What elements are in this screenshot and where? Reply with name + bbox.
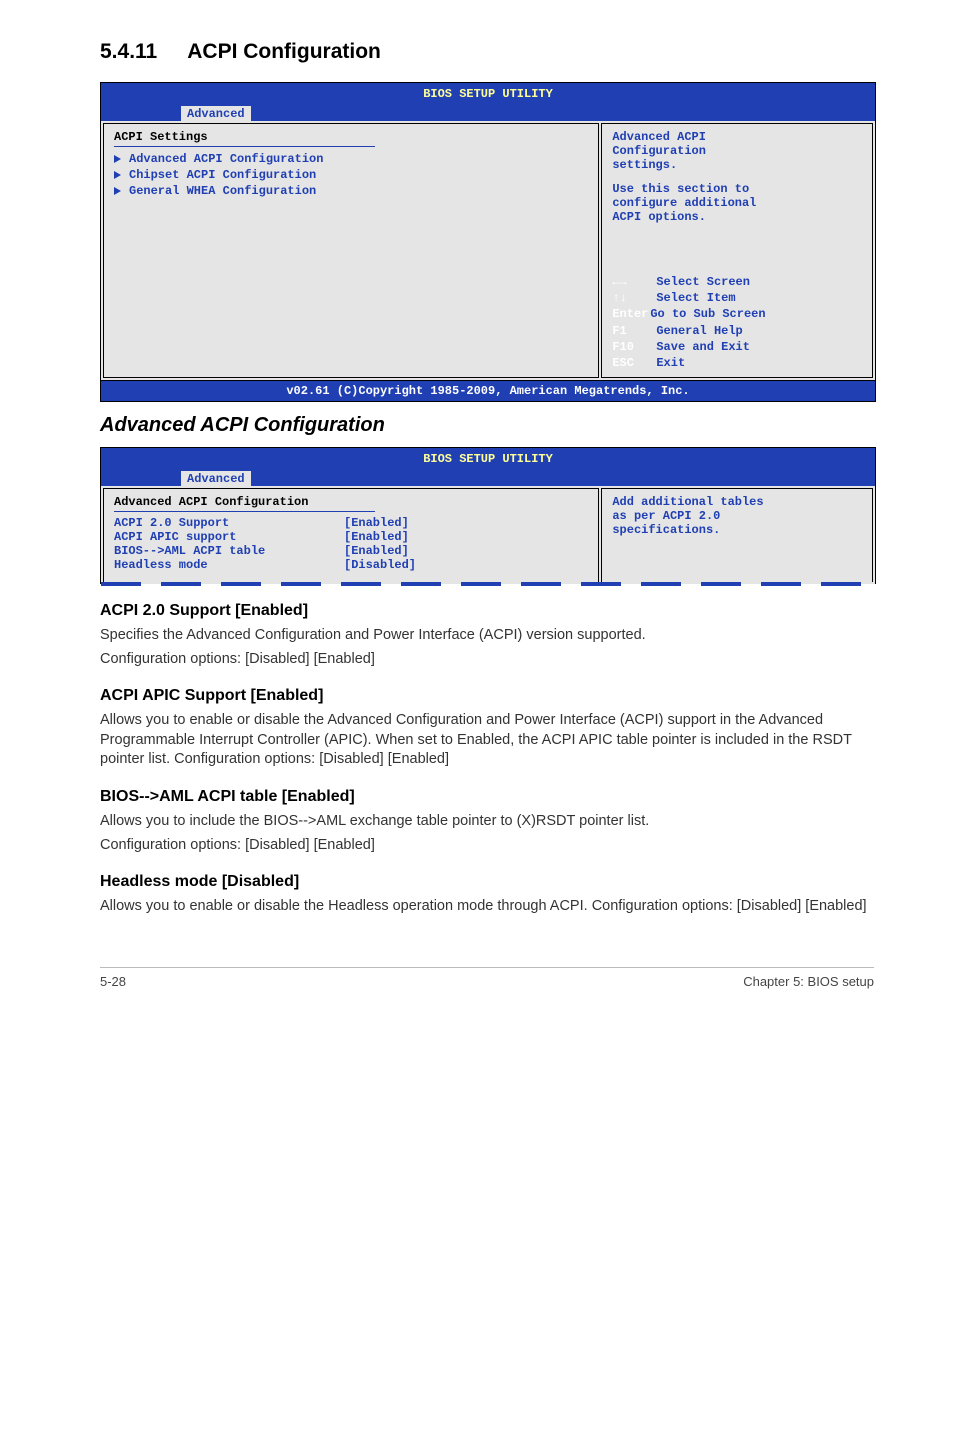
help-line: Configuration	[612, 144, 862, 158]
setting-label: Headless mode	[114, 558, 344, 572]
nav-keys: ←→Select Screen ↑↓Select Item EnterGo to…	[612, 274, 862, 371]
body-text: Specifies the Advanced Configuration and…	[100, 626, 874, 646]
triangle-icon	[114, 171, 121, 179]
nav-key-label: Save and Exit	[656, 340, 750, 354]
bios-footer: v02.61 (C)Copyright 1985-2009, American …	[101, 380, 875, 401]
setting-bios-aml[interactable]: BIOS-->AML ACPI table[Enabled]	[114, 544, 588, 558]
nav-key-sym: ←→	[612, 274, 656, 290]
setting-label: ACPI 2.0 Support	[114, 516, 344, 530]
page-heading: 5.4.11 ACPI Configuration	[100, 40, 874, 64]
setting-value: [Enabled]	[344, 544, 409, 558]
menu-label: Chipset ACPI Configuration	[129, 168, 316, 182]
bios-left-pane: Advanced ACPI Configuration ACPI 2.0 Sup…	[103, 488, 599, 582]
bios-right-pane: Advanced ACPI Configuration settings. Us…	[601, 123, 873, 378]
triangle-icon	[114, 155, 121, 163]
heading-title: ACPI Configuration	[187, 40, 381, 63]
body-text: Allows you to include the BIOS-->AML exc…	[100, 812, 874, 832]
menu-item-chipset-acpi[interactable]: Chipset ACPI Configuration	[114, 167, 588, 183]
help-line: ACPI options.	[612, 210, 862, 224]
help-line: configure additional	[612, 196, 862, 210]
bios-left-title: Advanced ACPI Configuration	[114, 495, 588, 509]
chapter-label: Chapter 5: BIOS setup	[743, 974, 874, 989]
setting-label: BIOS-->AML ACPI table	[114, 544, 344, 558]
nav-key-label: Select Item	[656, 291, 735, 305]
heading-number: 5.4.11	[100, 40, 157, 63]
setting-value: [Enabled]	[344, 516, 409, 530]
body-text: Allows you to enable or disable the Head…	[100, 897, 874, 917]
nav-key-sym: F10	[612, 339, 656, 355]
divider	[114, 511, 375, 512]
section-title-headless: Headless mode [Disabled]	[100, 873, 874, 891]
help-line: settings.	[612, 158, 862, 172]
help-line: Use this section to	[612, 182, 862, 196]
body-text: Configuration options: [Disabled] [Enabl…	[100, 836, 874, 856]
spacer	[612, 172, 862, 182]
nav-key-label: General Help	[656, 324, 742, 338]
nav-key-sym: F1	[612, 323, 656, 339]
section-title-acpi-apic: ACPI APIC Support [Enabled]	[100, 687, 874, 705]
bios-left-pane: ACPI Settings Advanced ACPI Configuratio…	[103, 123, 599, 378]
help-text: Advanced ACPI Configuration settings. Us…	[612, 130, 862, 224]
page-number: 5-28	[100, 974, 126, 989]
bios-title-bar: BIOS SETUP UTILITY Advanced	[101, 448, 875, 486]
help-line: as per ACPI 2.0	[612, 509, 862, 523]
section-title-acpi20: ACPI 2.0 Support [Enabled]	[100, 602, 874, 620]
bios-utility-title: BIOS SETUP UTILITY	[101, 452, 875, 466]
help-line: Add additional tables	[612, 495, 862, 509]
menu-item-general-whea[interactable]: General WHEA Configuration	[114, 183, 588, 199]
bios-screen-advanced-acpi: BIOS SETUP UTILITY Advanced Advanced ACP…	[100, 447, 876, 584]
menu-label: General WHEA Configuration	[129, 184, 316, 198]
bios-utility-title: BIOS SETUP UTILITY	[101, 87, 875, 101]
setting-value: [Enabled]	[344, 530, 409, 544]
nav-key-label: Exit	[656, 356, 685, 370]
body-text: Allows you to enable or disable the Adva…	[100, 711, 874, 770]
body-text: Configuration options: [Disabled] [Enabl…	[100, 650, 874, 670]
bios-screen-acpi-settings: BIOS SETUP UTILITY Advanced ACPI Setting…	[100, 82, 876, 402]
menu-item-advanced-acpi[interactable]: Advanced ACPI Configuration	[114, 151, 588, 167]
divider	[114, 146, 375, 147]
bios-tab-advanced[interactable]: Advanced	[181, 471, 251, 486]
nav-key-sym: ESC	[612, 355, 656, 371]
setting-headless[interactable]: Headless mode[Disabled]	[114, 558, 588, 572]
setting-acpi-apic[interactable]: ACPI APIC support[Enabled]	[114, 530, 588, 544]
nav-key-label: Go to Sub Screen	[650, 307, 765, 321]
setting-acpi20[interactable]: ACPI 2.0 Support[Enabled]	[114, 516, 588, 530]
triangle-icon	[114, 187, 121, 195]
help-line: Advanced ACPI	[612, 130, 862, 144]
page-footer: 5-28 Chapter 5: BIOS setup	[100, 967, 874, 989]
setting-value: [Disabled]	[344, 558, 416, 572]
bios-left-title: ACPI Settings	[114, 130, 588, 144]
menu-label: Advanced ACPI Configuration	[129, 152, 323, 166]
bios-right-pane: Add additional tables as per ACPI 2.0 sp…	[601, 488, 873, 582]
help-line: specifications.	[612, 523, 862, 537]
subheading-advanced-acpi: Advanced ACPI Configuration	[100, 414, 874, 437]
bios-tab-advanced[interactable]: Advanced	[181, 106, 251, 121]
nav-key-label: Select Screen	[656, 275, 750, 289]
nav-key-sym: ↑↓	[612, 290, 656, 306]
bios-title-bar: BIOS SETUP UTILITY Advanced	[101, 83, 875, 121]
setting-label: ACPI APIC support	[114, 530, 344, 544]
section-title-bios-aml: BIOS-->AML ACPI table [Enabled]	[100, 788, 874, 806]
